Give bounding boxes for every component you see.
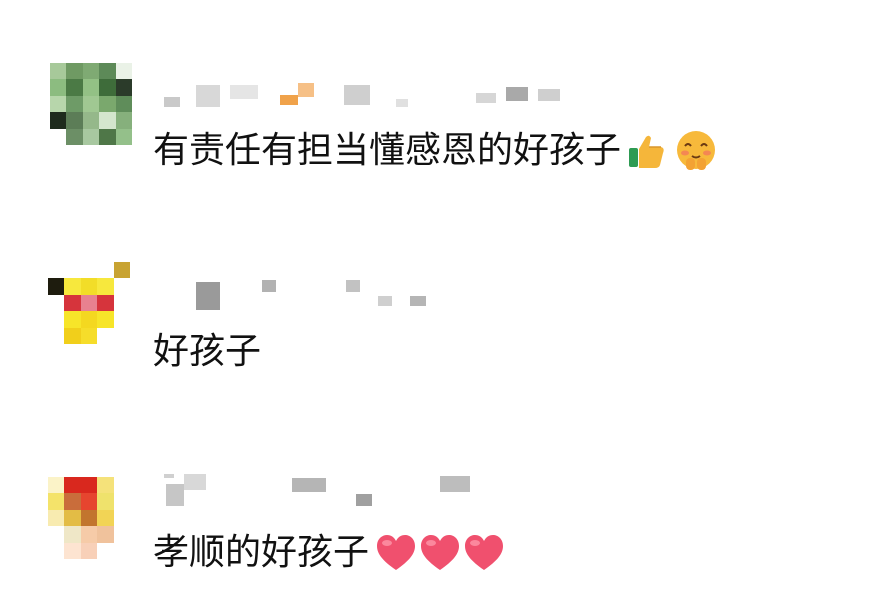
comment-text: 有责任有担当懂感恩的好孩子 (153, 128, 719, 174)
username-redacted[interactable] (160, 83, 600, 107)
comment-body: 孝顺的好孩子 (153, 532, 370, 573)
heart-icon (421, 535, 460, 570)
shy-face-icon (677, 131, 716, 170)
heart-icon (377, 535, 416, 570)
username-redacted[interactable] (160, 474, 600, 506)
thumbs-up-icon (629, 135, 664, 168)
avatar[interactable] (48, 262, 130, 344)
heart-icon (465, 535, 504, 570)
avatar[interactable] (50, 63, 132, 145)
comment-text: 孝顺的好孩子 (153, 531, 505, 575)
avatar[interactable] (48, 477, 130, 559)
comment-text: 好孩子 (153, 330, 261, 374)
comment-body: 好孩子 (153, 331, 262, 372)
username-redacted[interactable] (160, 276, 600, 310)
comment-body: 有责任有担当懂感恩的好孩子 (153, 130, 622, 171)
